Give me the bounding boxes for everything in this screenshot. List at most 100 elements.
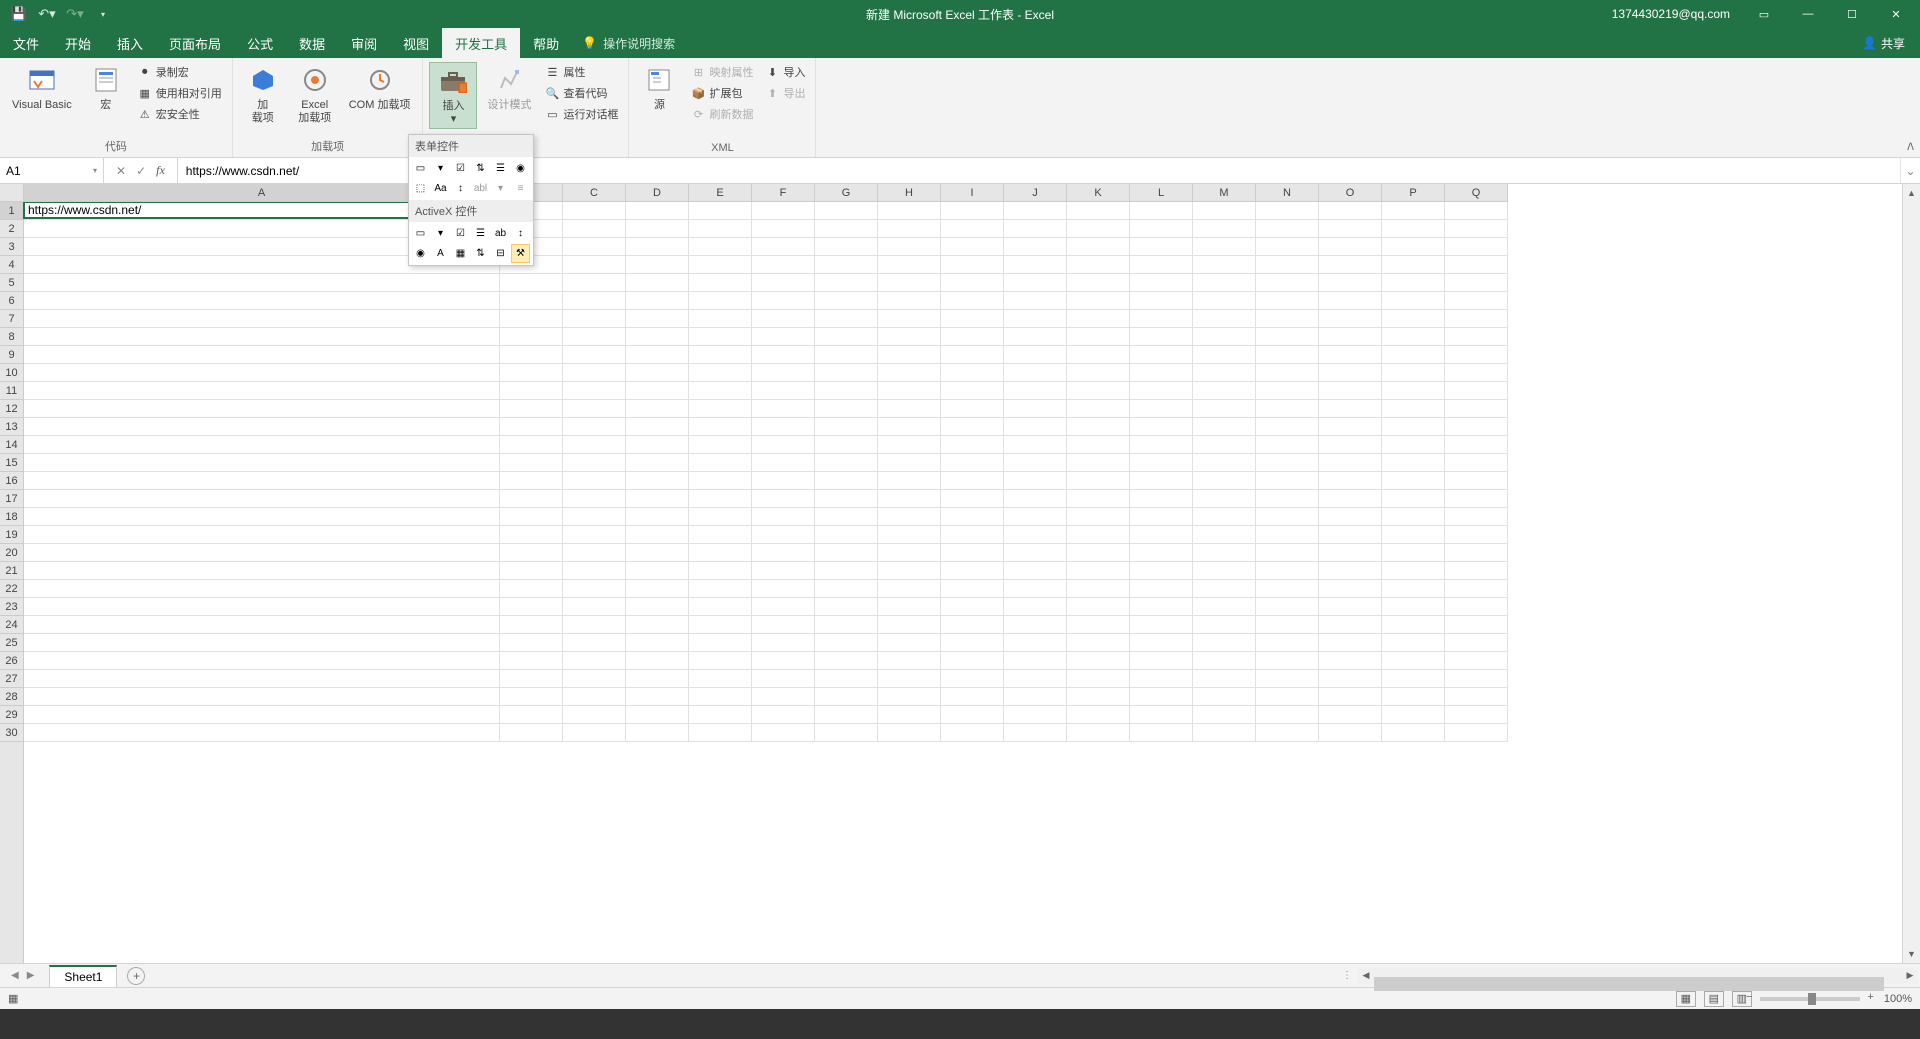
cell-L10[interactable] (1130, 364, 1193, 382)
form-control-option-icon[interactable]: ◉ (511, 159, 530, 178)
cell-B14[interactable] (500, 436, 563, 454)
activex-control-image-icon[interactable]: ▦ (451, 244, 470, 263)
cell-P27[interactable] (1382, 670, 1445, 688)
cell-N13[interactable] (1256, 418, 1319, 436)
cell-A27[interactable] (24, 670, 500, 688)
qat-customize-icon[interactable]: ▾ (92, 3, 114, 25)
row-header-22[interactable]: 22 (0, 580, 23, 598)
cell-D5[interactable] (626, 274, 689, 292)
cell-G11[interactable] (815, 382, 878, 400)
cell-B5[interactable] (500, 274, 563, 292)
cell-F4[interactable] (752, 256, 815, 274)
cell-L24[interactable] (1130, 616, 1193, 634)
cell-K17[interactable] (1067, 490, 1130, 508)
row-header-14[interactable]: 14 (0, 436, 23, 454)
col-header-E[interactable]: E (689, 184, 752, 201)
cell-D22[interactable] (626, 580, 689, 598)
cell-H17[interactable] (878, 490, 941, 508)
row-header-9[interactable]: 9 (0, 346, 23, 364)
cell-N29[interactable] (1256, 706, 1319, 724)
cell-I20[interactable] (941, 544, 1004, 562)
cell-C18[interactable] (563, 508, 626, 526)
cell-M26[interactable] (1193, 652, 1256, 670)
cell-H27[interactable] (878, 670, 941, 688)
cell-M18[interactable] (1193, 508, 1256, 526)
cell-E19[interactable] (689, 526, 752, 544)
cell-N2[interactable] (1256, 220, 1319, 238)
cell-J27[interactable] (1004, 670, 1067, 688)
cell-A11[interactable] (24, 382, 500, 400)
activex-control-toggle-icon[interactable]: ⊟ (491, 244, 510, 263)
cell-A12[interactable] (24, 400, 500, 418)
cell-O24[interactable] (1319, 616, 1382, 634)
cell-B21[interactable] (500, 562, 563, 580)
cell-E13[interactable] (689, 418, 752, 436)
cell-J21[interactable] (1004, 562, 1067, 580)
cell-K29[interactable] (1067, 706, 1130, 724)
cell-F2[interactable] (752, 220, 815, 238)
cell-L18[interactable] (1130, 508, 1193, 526)
cell-J11[interactable] (1004, 382, 1067, 400)
cell-D26[interactable] (626, 652, 689, 670)
cell-L13[interactable] (1130, 418, 1193, 436)
cell-H2[interactable] (878, 220, 941, 238)
col-header-H[interactable]: H (878, 184, 941, 201)
cell-D28[interactable] (626, 688, 689, 706)
cell-L23[interactable] (1130, 598, 1193, 616)
cell-O29[interactable] (1319, 706, 1382, 724)
cells-area[interactable]: https://www.csdn.net/ (24, 202, 1902, 963)
cell-M7[interactable] (1193, 310, 1256, 328)
cell-M23[interactable] (1193, 598, 1256, 616)
cell-E4[interactable] (689, 256, 752, 274)
cell-A28[interactable] (24, 688, 500, 706)
row-header-10[interactable]: 10 (0, 364, 23, 382)
cell-J19[interactable] (1004, 526, 1067, 544)
cell-F13[interactable] (752, 418, 815, 436)
cell-C16[interactable] (563, 472, 626, 490)
cell-D15[interactable] (626, 454, 689, 472)
scroll-down-icon[interactable]: ▼ (1903, 945, 1920, 963)
tab-next-icon[interactable]: ▶ (24, 968, 38, 983)
cell-P2[interactable] (1382, 220, 1445, 238)
ribbon-collapse-icon[interactable]: ᐱ (1907, 142, 1914, 153)
cell-L19[interactable] (1130, 526, 1193, 544)
cell-L21[interactable] (1130, 562, 1193, 580)
cell-K28[interactable] (1067, 688, 1130, 706)
cell-B22[interactable] (500, 580, 563, 598)
activex-control-spin-icon[interactable]: ⇅ (471, 244, 490, 263)
cell-E14[interactable] (689, 436, 752, 454)
cell-H21[interactable] (878, 562, 941, 580)
row-header-1[interactable]: 1 (0, 202, 23, 220)
cell-O7[interactable] (1319, 310, 1382, 328)
cell-M30[interactable] (1193, 724, 1256, 742)
cell-A24[interactable] (24, 616, 500, 634)
cell-G5[interactable] (815, 274, 878, 292)
cell-J1[interactable] (1004, 202, 1067, 220)
cell-P5[interactable] (1382, 274, 1445, 292)
cell-G18[interactable] (815, 508, 878, 526)
cell-A6[interactable] (24, 292, 500, 310)
cell-P25[interactable] (1382, 634, 1445, 652)
cell-E5[interactable] (689, 274, 752, 292)
row-header-15[interactable]: 15 (0, 454, 23, 472)
cell-N11[interactable] (1256, 382, 1319, 400)
cell-B26[interactable] (500, 652, 563, 670)
cell-H5[interactable] (878, 274, 941, 292)
cell-D10[interactable] (626, 364, 689, 382)
cell-M2[interactable] (1193, 220, 1256, 238)
row-header-18[interactable]: 18 (0, 508, 23, 526)
col-header-J[interactable]: J (1004, 184, 1067, 201)
cell-L2[interactable] (1130, 220, 1193, 238)
cell-I27[interactable] (941, 670, 1004, 688)
cell-A15[interactable] (24, 454, 500, 472)
cell-B20[interactable] (500, 544, 563, 562)
cell-G9[interactable] (815, 346, 878, 364)
col-header-M[interactable]: M (1193, 184, 1256, 201)
activex-control-list-box-icon[interactable]: ☰ (471, 224, 490, 243)
cell-H19[interactable] (878, 526, 941, 544)
cell-Q27[interactable] (1445, 670, 1508, 688)
cell-I2[interactable] (941, 220, 1004, 238)
cell-D16[interactable] (626, 472, 689, 490)
cell-P14[interactable] (1382, 436, 1445, 454)
row-header-23[interactable]: 23 (0, 598, 23, 616)
